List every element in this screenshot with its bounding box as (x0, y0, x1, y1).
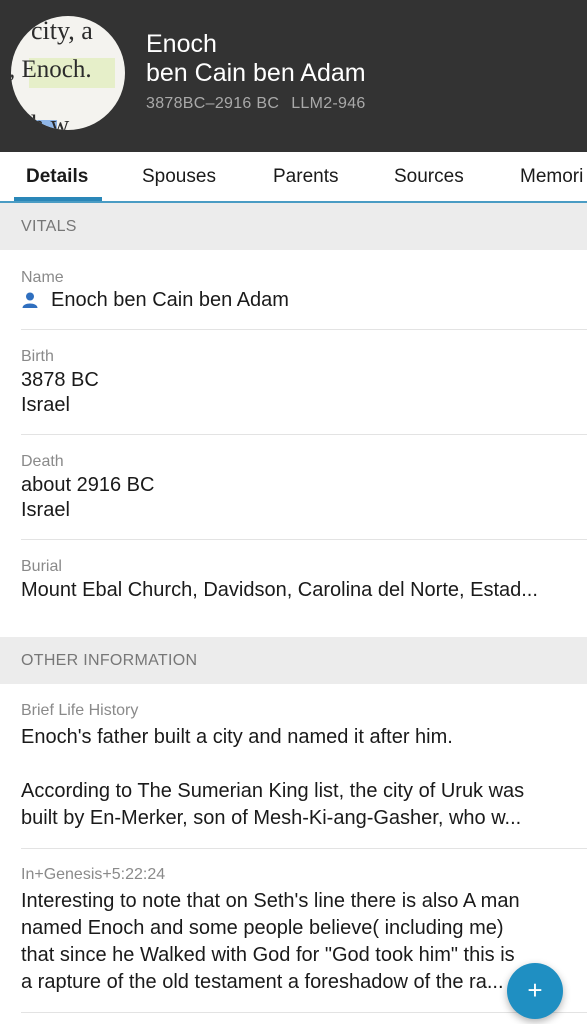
surname: ben Cain ben Adam (146, 59, 366, 87)
note-line[interactable]: Interesting to note that on Seth's line … (21, 890, 520, 913)
tab-parents[interactable]: Parents (273, 152, 338, 201)
photo-text-line: h w (31, 110, 70, 130)
tab-bar: Details Spouses Parents Sources Memori (0, 152, 587, 203)
tab-sources[interactable]: Sources (394, 152, 464, 201)
death-date[interactable]: about 2916 BC (21, 474, 154, 497)
brief-life-history-label: Brief Life History (21, 702, 139, 719)
birth-date[interactable]: 3878 BC (21, 369, 99, 392)
person-meta: 3878BC–2916 BC LLM2-946 (146, 95, 366, 113)
person-photo[interactable]: city, a , Enoch. h w (11, 16, 125, 130)
section-header-vitals: VITALS (0, 203, 587, 250)
tab-details[interactable]: Details (26, 152, 88, 201)
active-tab-indicator (14, 197, 102, 201)
divider (21, 434, 587, 435)
add-button[interactable]: + (507, 963, 563, 1019)
note-line[interactable]: a rapture of the old testament a foresha… (21, 971, 504, 994)
tab-memories[interactable]: Memori (520, 152, 583, 201)
divider (21, 539, 587, 540)
death-place[interactable]: Israel (21, 499, 70, 522)
person-icon (22, 292, 38, 308)
name-value[interactable]: Enoch ben Cain ben Adam (51, 289, 289, 312)
birth-place[interactable]: Israel (21, 394, 70, 417)
life-history-line[interactable]: built by En-Merker, son of Mesh-Ki-ang-G… (21, 807, 521, 830)
divider (21, 848, 587, 849)
life-history-line[interactable]: According to The Sumerian King list, the… (21, 780, 524, 803)
tab-spouses[interactable]: Spouses (142, 152, 216, 201)
birth-label: Birth (21, 348, 54, 365)
note-line[interactable]: that since he Walked with God for "God t… (21, 944, 515, 967)
life-history-line[interactable]: Enoch's father built a city and named it… (21, 726, 453, 749)
note-label: In+Genesis+5:22:24 (21, 866, 166, 883)
person-id: LLM2-946 (291, 95, 366, 112)
name-label: Name (21, 269, 64, 286)
person-header: city, a , Enoch. h w Enoch ben Cain ben … (0, 0, 587, 152)
given-name: Enoch (146, 30, 217, 58)
death-label: Death (21, 453, 64, 470)
divider (21, 329, 587, 330)
divider (21, 1012, 587, 1013)
section-header-other-information: OTHER INFORMATION (0, 637, 587, 684)
lifespan: 3878BC–2916 BC (146, 95, 280, 112)
note-line[interactable]: named Enoch and some people believe( inc… (21, 917, 504, 940)
photo-text-line: city, a (31, 16, 93, 45)
photo-text-line: , Enoch. (11, 56, 92, 83)
burial-label: Burial (21, 558, 62, 575)
burial-value[interactable]: Mount Ebal Church, Davidson, Carolina de… (21, 579, 538, 602)
